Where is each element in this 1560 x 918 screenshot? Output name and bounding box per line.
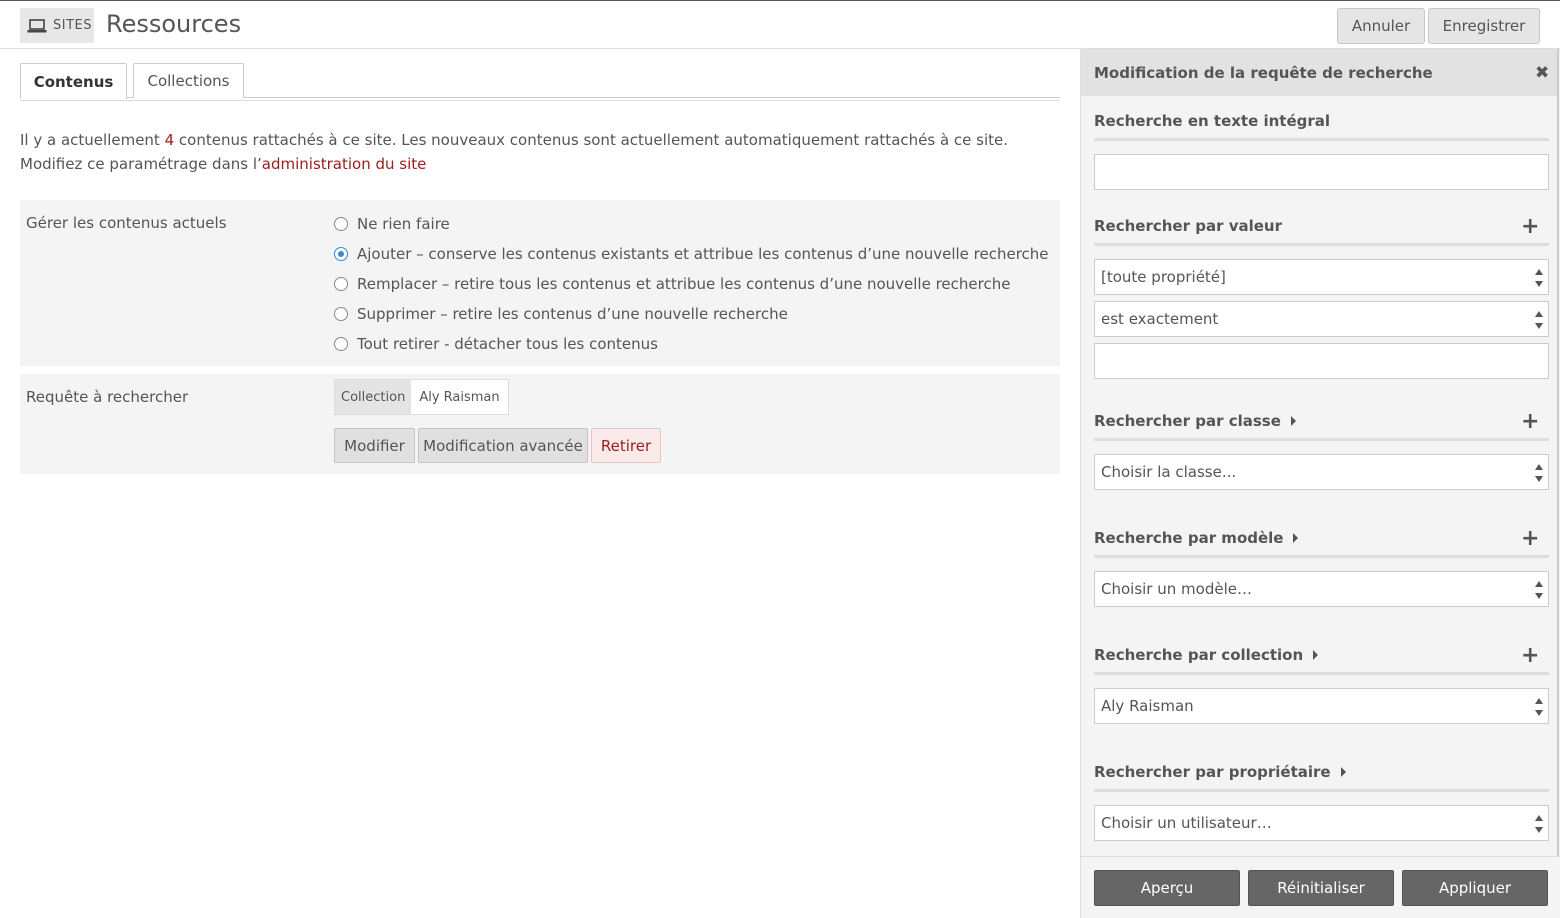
radio-option-add[interactable]: Ajouter – conserve les contenus existant… (334, 245, 1049, 263)
preview-button[interactable]: Aperçu (1094, 870, 1240, 906)
sidebar-header: Modification de la requête de recherche … (1081, 49, 1559, 96)
class-select-value: Choisir la classe... (1101, 463, 1237, 481)
info-paragraph: Il y a actuellement 4 contenus rattachés… (20, 128, 1060, 176)
cancel-button[interactable]: Annuler (1337, 8, 1425, 44)
by-class-title[interactable]: Rechercher par classe (1094, 412, 1296, 430)
by-template-title-text: Recherche par modèle (1094, 529, 1284, 547)
tab-divider (20, 100, 1060, 101)
radio-label: Ne rien faire (357, 215, 450, 233)
by-value-title: Rechercher par valeur (1094, 217, 1282, 235)
collection-select[interactable]: Aly Raisman (1094, 688, 1549, 724)
sidebar-title: Modification de la requête de recherche (1094, 64, 1433, 82)
owner-select-value: Choisir un utilisateur… (1101, 814, 1272, 832)
template-select[interactable]: Choisir un modèle… (1094, 571, 1549, 607)
select-arrows-icon (1534, 269, 1544, 287)
add-collection-plus-icon[interactable]: + (1521, 645, 1539, 667)
search-query-section: Requête à rechercher Collection Aly Rais… (20, 374, 1060, 474)
operator-select[interactable]: est exactement (1094, 301, 1549, 337)
search-query-label: Requête à rechercher (26, 388, 189, 406)
value-input[interactable] (1094, 343, 1549, 379)
radio-option-remove-all[interactable]: Tout retirer - détacher tous les contenu… (334, 335, 658, 353)
apply-button[interactable]: Appliquer (1402, 870, 1548, 906)
add-template-plus-icon[interactable]: + (1521, 528, 1539, 550)
page-title: Ressources (106, 10, 242, 38)
select-arrows-icon (1534, 815, 1544, 833)
laptop-icon (27, 18, 47, 32)
search-query-sidebar: Modification de la requête de recherche … (1080, 49, 1560, 918)
manage-contents-label: Gérer les contenus actuels (26, 214, 227, 232)
select-arrows-icon (1534, 311, 1544, 329)
select-arrows-icon (1534, 464, 1544, 482)
query-tag-key: Collection (335, 380, 412, 414)
template-select-value: Choisir un modèle… (1101, 580, 1252, 598)
radio-button[interactable] (334, 307, 348, 321)
section-divider (1094, 138, 1549, 141)
fulltext-title: Recherche en texte intégral (1094, 112, 1330, 130)
select-arrows-icon (1534, 581, 1544, 599)
radio-label: Tout retirer - détacher tous les contenu… (357, 335, 658, 353)
radio-button[interactable] (334, 217, 348, 231)
tab-collections[interactable]: Collections (133, 63, 244, 98)
radio-option-replace[interactable]: Remplacer – retire tous les contenus et … (334, 275, 1010, 293)
tab-contents[interactable]: Contenus (20, 63, 127, 99)
radio-label: Supprimer – retire les contenus d’une no… (357, 305, 788, 323)
radio-button[interactable] (334, 337, 348, 351)
section-divider (1094, 555, 1549, 558)
site-admin-link[interactable]: administration du site (262, 155, 427, 173)
by-value-title-text: Rechercher par valeur (1094, 217, 1282, 235)
by-class-title-text: Rechercher par classe (1094, 412, 1281, 430)
page-header: SITES Ressources Annuler Enregistrer (0, 1, 1560, 49)
caret-right-icon (1293, 533, 1299, 543)
fulltext-title-text: Recherche en texte intégral (1094, 112, 1331, 130)
by-collection-title[interactable]: Recherche par collection (1094, 646, 1319, 664)
modify-query-button[interactable]: Modifier (334, 428, 415, 463)
property-select[interactable]: [toute propriété] (1094, 259, 1549, 295)
radio-option-nothing[interactable]: Ne rien faire (334, 215, 450, 233)
manage-contents-section: Gérer les contenus actuels Ne rien faire… (20, 200, 1060, 366)
caret-right-icon (1313, 650, 1319, 660)
by-collection-title-text: Recherche par collection (1094, 646, 1304, 664)
info-text-start: Il y a actuellement (20, 131, 165, 149)
add-value-plus-icon[interactable]: + (1521, 216, 1539, 238)
by-owner-title[interactable]: Rechercher par propriétaire (1094, 763, 1346, 781)
query-filter-tag: Collection Aly Raisman (334, 379, 509, 415)
advanced-edit-button[interactable]: Modification avancée (418, 428, 588, 463)
tab-bar: Contenus Collections (20, 63, 1060, 99)
remove-query-button[interactable]: Retirer (591, 428, 661, 463)
by-template-title[interactable]: Recherche par modèle (1094, 529, 1299, 547)
by-owner-title-text: Rechercher par propriétaire (1094, 763, 1331, 781)
operator-select-value: est exactement (1101, 310, 1219, 328)
caret-right-icon (1340, 767, 1346, 777)
sites-badge[interactable]: SITES (20, 8, 94, 43)
sidebar-scrollbar[interactable] (1557, 49, 1559, 859)
class-select[interactable]: Choisir la classe... (1094, 454, 1549, 490)
property-select-value: [toute propriété] (1101, 268, 1226, 286)
section-divider (1094, 672, 1549, 675)
radio-label: Remplacer – retire tous les contenus et … (357, 275, 1011, 293)
section-divider (1094, 789, 1549, 792)
section-divider (1094, 243, 1549, 246)
save-button[interactable]: Enregistrer (1428, 8, 1540, 44)
close-icon[interactable]: ✖ (1535, 63, 1549, 83)
radio-label: Ajouter – conserve les contenus existant… (357, 245, 1049, 263)
collection-select-value: Aly Raisman (1101, 697, 1194, 715)
add-class-plus-icon[interactable]: + (1521, 411, 1539, 433)
caret-right-icon (1290, 416, 1296, 426)
query-tag-value: Aly Raisman (419, 389, 500, 405)
fulltext-input[interactable] (1094, 154, 1549, 190)
section-divider (1094, 438, 1549, 441)
radio-button-checked[interactable] (334, 247, 348, 261)
radio-button[interactable] (334, 277, 348, 291)
select-arrows-icon (1534, 698, 1544, 716)
radio-option-delete[interactable]: Supprimer – retire les contenus d’une no… (334, 305, 788, 323)
owner-select[interactable]: Choisir un utilisateur… (1094, 805, 1549, 841)
item-count: 4 (164, 131, 175, 149)
sites-label: SITES (53, 18, 92, 33)
sidebar-footer: Aperçu Réinitialiser Appliquer (1081, 856, 1559, 918)
reset-button[interactable]: Réinitialiser (1248, 870, 1394, 906)
